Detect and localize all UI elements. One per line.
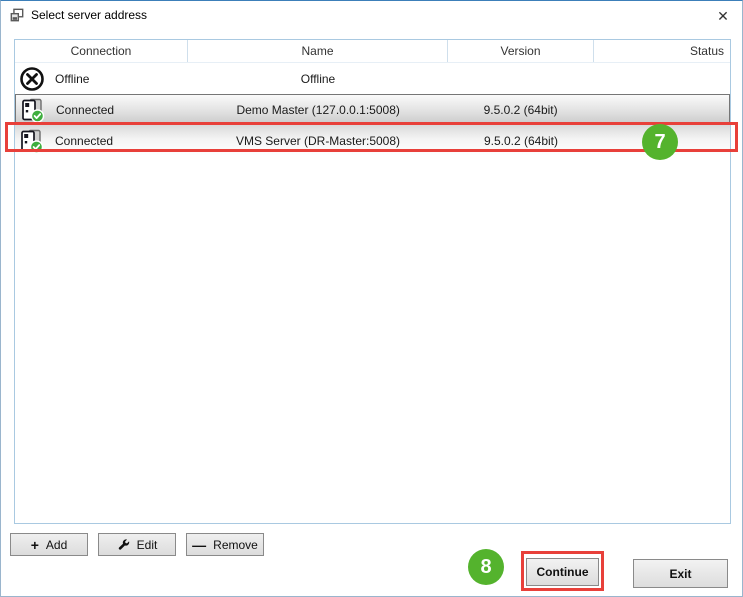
wrench-icon bbox=[117, 538, 130, 551]
server-name-cell: VMS Server (DR-Master:5008) bbox=[188, 125, 448, 156]
edit-button[interactable]: Edit bbox=[98, 533, 176, 556]
minus-icon: — bbox=[192, 538, 206, 552]
select-server-dialog: Select server address ✕ Connection Name … bbox=[0, 0, 743, 597]
server-list: Connection Name Version Status Offline O… bbox=[14, 39, 731, 524]
offline-icon bbox=[19, 66, 45, 92]
continue-button[interactable]: Continue bbox=[526, 558, 599, 586]
add-button[interactable]: + Add bbox=[10, 533, 88, 556]
server-status-cell bbox=[593, 95, 729, 124]
add-button-label: Add bbox=[46, 538, 67, 552]
server-row-offline[interactable]: Offline Offline bbox=[15, 63, 730, 94]
server-name-cell: Offline bbox=[188, 63, 448, 94]
exit-button[interactable]: Exit bbox=[633, 559, 728, 588]
server-version-cell: 9.5.0.2 (64bit) bbox=[448, 125, 594, 156]
connection-cell: Offline bbox=[15, 63, 188, 94]
column-header-name[interactable]: Name bbox=[188, 40, 448, 62]
server-connected-icon bbox=[19, 128, 45, 154]
server-connected-icon bbox=[20, 97, 46, 123]
close-icon[interactable]: ✕ bbox=[713, 6, 733, 26]
column-header-status[interactable]: Status bbox=[594, 40, 730, 62]
connection-cell: Connected bbox=[16, 95, 189, 124]
server-version-cell: 9.5.0.2 (64bit) bbox=[448, 95, 594, 124]
server-row-demo-master[interactable]: Connected Demo Master (127.0.0.1:5008) 9… bbox=[15, 94, 730, 125]
list-header: Connection Name Version Status bbox=[15, 40, 730, 63]
edit-button-label: Edit bbox=[137, 538, 158, 552]
connection-status-text: Connected bbox=[56, 103, 114, 117]
plus-icon: + bbox=[31, 538, 39, 552]
window-title: Select server address bbox=[31, 8, 147, 22]
server-version-cell bbox=[448, 63, 594, 94]
connection-status-text: Offline bbox=[55, 72, 89, 86]
title-bar: Select server address ✕ bbox=[1, 1, 742, 29]
server-status-cell bbox=[594, 125, 730, 156]
connection-status-text: Connected bbox=[55, 134, 113, 148]
app-window-icon bbox=[10, 8, 24, 22]
server-row-vms-server[interactable]: Connected VMS Server (DR-Master:5008) 9.… bbox=[15, 125, 730, 156]
remove-button-label: Remove bbox=[213, 538, 258, 552]
connection-cell: Connected bbox=[15, 125, 188, 156]
remove-button[interactable]: — Remove bbox=[186, 533, 264, 556]
server-status-cell bbox=[594, 63, 730, 94]
annotation-step-badge-8: 8 bbox=[468, 549, 504, 585]
server-name-cell: Demo Master (127.0.0.1:5008) bbox=[189, 95, 448, 124]
column-header-version[interactable]: Version bbox=[448, 40, 594, 62]
column-header-connection[interactable]: Connection bbox=[15, 40, 188, 62]
